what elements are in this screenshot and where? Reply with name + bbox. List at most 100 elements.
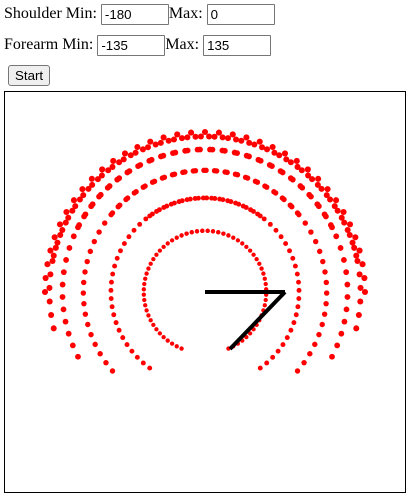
workspace-point [157, 331, 163, 336]
workspace-point [169, 172, 176, 178]
workspace-point [275, 348, 281, 354]
workspace-point [267, 221, 273, 227]
workspace-point [257, 261, 262, 266]
workspace-point [301, 359, 307, 366]
workspace-point [357, 284, 364, 291]
workspace-point [115, 204, 121, 210]
workspace-point [66, 245, 73, 251]
workspace-point [329, 224, 335, 231]
workspace-point [76, 196, 83, 203]
workspace-point [215, 129, 222, 136]
workspace-point [219, 134, 226, 141]
workspace-point [271, 189, 277, 195]
workspace-point [59, 281, 66, 288]
workspace-point [246, 139, 253, 146]
workspace-point [103, 359, 109, 366]
arm-workspace-canvas[interactable] [4, 91, 406, 493]
workspace-point [87, 248, 94, 255]
workspace-point [147, 138, 154, 145]
workspace-point [131, 227, 137, 233]
forearm-min-input[interactable] [97, 34, 166, 56]
workspace-point [305, 172, 312, 179]
workspace-point [157, 248, 163, 253]
workspace-point [118, 248, 123, 254]
workspace-point [323, 290, 330, 296]
workspace-point [120, 335, 126, 341]
workspace-point [294, 210, 301, 216]
workspace-point [144, 308, 149, 313]
workspace-point [278, 234, 284, 240]
workspace-point [56, 221, 64, 228]
workspace-point [323, 300, 329, 307]
workspace-point [244, 244, 249, 250]
workspace-point [256, 138, 263, 145]
workspace-point [271, 149, 278, 156]
shoulder-max-input[interactable] [206, 3, 275, 25]
workspace-point [146, 313, 151, 318]
workspace-point [296, 279, 301, 285]
workspace-point [184, 134, 191, 141]
workspace-point [114, 255, 120, 261]
workspace-point [131, 190, 138, 196]
workspace-point [88, 331, 94, 338]
shoulder-min-input[interactable] [100, 3, 169, 25]
workspace-point [141, 292, 146, 297]
workspace-point [314, 181, 321, 188]
forearm-max-input[interactable] [203, 34, 272, 56]
workspace-point [184, 231, 189, 236]
workspace-point [356, 271, 363, 278]
workspace-point [110, 157, 117, 164]
workspace-point [70, 233, 77, 240]
workspace-point [47, 271, 54, 278]
workspace-point [333, 233, 340, 240]
workspace-point [270, 354, 276, 360]
workspace-point [147, 365, 153, 371]
workspace-point [151, 322, 156, 328]
workspace-point [291, 320, 297, 326]
workspace-point [139, 146, 146, 153]
workspace-point [296, 287, 302, 293]
shoulder-min-label: Shoulder Min: [4, 5, 97, 22]
workspace-point [252, 178, 259, 184]
workspace-point [174, 344, 179, 349]
workspace-point [323, 213, 329, 220]
workspace-point [261, 271, 266, 276]
workspace-point [88, 175, 95, 182]
start-button[interactable]: Start [8, 65, 51, 86]
workspace-point [312, 341, 318, 348]
workspace-point [123, 196, 129, 203]
workspace-point [52, 244, 59, 251]
workspace-point [250, 208, 256, 214]
shoulder-range-row: Shoulder Min: Max: [4, 2, 275, 26]
workspace-point [134, 143, 141, 151]
workspace-point [216, 230, 221, 235]
workspace-point [129, 348, 135, 354]
workspace-point [92, 341, 98, 348]
workspace-point [341, 257, 347, 263]
workspace-point [316, 248, 323, 255]
workspace-point [60, 306, 67, 313]
workspace-point [344, 226, 351, 233]
workspace-point [307, 351, 313, 357]
workspace-point [212, 196, 218, 201]
workspace-point [179, 198, 185, 204]
workspace-point [109, 279, 114, 285]
workspace-point [209, 146, 216, 153]
workspace-point [109, 368, 116, 374]
workspace-point [91, 238, 97, 245]
workspace-drawing [41, 128, 369, 374]
workspace-point [293, 157, 300, 164]
workspace-point [108, 287, 114, 293]
workspace-point [304, 166, 311, 173]
workspace-point [283, 241, 289, 247]
workspace-point [47, 247, 54, 254]
workspace-point [221, 147, 228, 154]
workspace-point [169, 341, 175, 346]
workspace-point [124, 342, 130, 348]
workspace-point [192, 133, 199, 140]
workspace-point [116, 175, 123, 182]
workspace-point [353, 325, 360, 332]
workspace-point [308, 193, 314, 200]
workspace-point [228, 199, 234, 205]
workspace-point [148, 261, 153, 266]
